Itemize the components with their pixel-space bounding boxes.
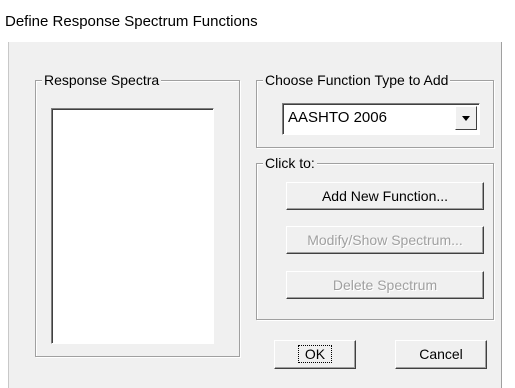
chevron-down-icon: [462, 116, 470, 121]
click-to-legend: Click to:: [263, 155, 317, 171]
cancel-label: Cancel: [419, 346, 463, 362]
title-bar[interactable]: Define Response Spectrum Functions: [0, 0, 515, 42]
function-type-selected: AASHTO 2006: [288, 109, 387, 126]
function-type-dropdown[interactable]: AASHTO 2006: [282, 103, 480, 135]
response-spectra-group: Response Spectra: [35, 72, 240, 357]
modify-show-spectrum-label: Modify/Show Spectrum...: [307, 232, 463, 248]
window-title: Define Response Spectrum Functions: [5, 13, 258, 30]
function-type-group: Choose Function Type to Add AASHTO 2006: [256, 72, 494, 148]
modify-show-spectrum-button[interactable]: Modify/Show Spectrum...: [286, 226, 484, 254]
function-type-legend: Choose Function Type to Add: [263, 72, 451, 88]
click-to-group: Click to: Add New Function... Modify/Sho…: [256, 155, 494, 320]
ok-label: OK: [297, 345, 333, 363]
add-new-function-label: Add New Function...: [321, 188, 449, 204]
dialog-client-area: Response Spectra Choose Function Type to…: [8, 42, 502, 388]
response-spectra-list[interactable]: [51, 108, 214, 344]
ok-button[interactable]: OK: [274, 340, 356, 369]
delete-spectrum-label: Delete Spectrum: [332, 277, 438, 293]
add-new-function-button[interactable]: Add New Function...: [286, 182, 484, 210]
cancel-button[interactable]: Cancel: [395, 340, 487, 369]
dialog-window: Define Response Spectrum Functions Respo…: [0, 0, 515, 388]
response-spectra-legend: Response Spectra: [42, 72, 162, 88]
delete-spectrum-button[interactable]: Delete Spectrum: [286, 271, 484, 299]
dropdown-button[interactable]: [455, 106, 477, 130]
